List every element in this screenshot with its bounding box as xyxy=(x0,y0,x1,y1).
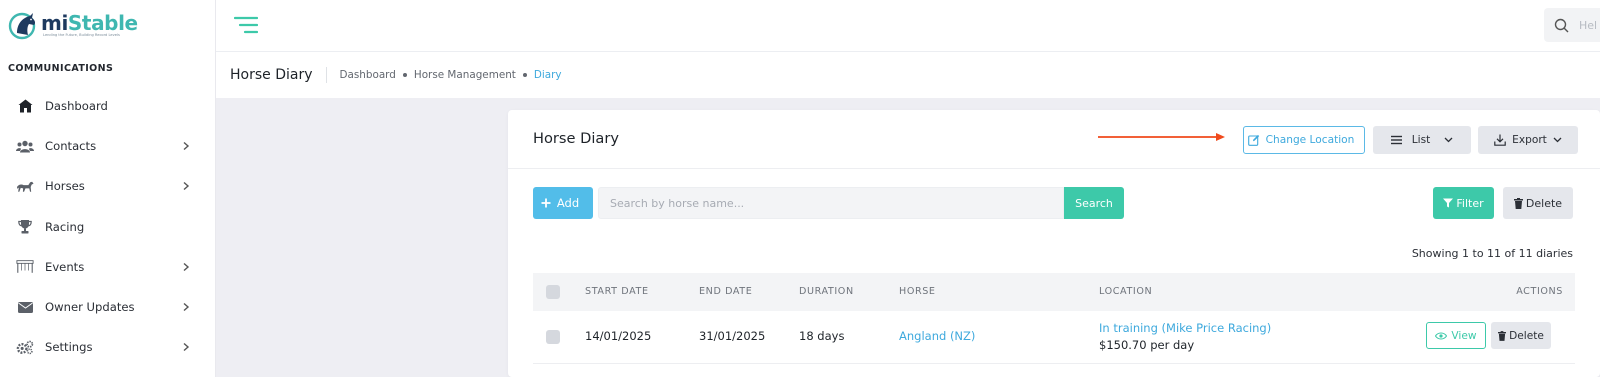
top-header: Hel xyxy=(216,0,1600,52)
view-label: View xyxy=(1451,329,1477,342)
pagination-summary: Showing 1 to 11 of 11 diaries xyxy=(1411,247,1573,260)
sidebar-item-contacts[interactable]: Contacts xyxy=(0,126,215,166)
select-all-checkbox[interactable] xyxy=(546,285,560,299)
breadcrumb-diary: Diary xyxy=(533,69,562,81)
sidebar-item-horses[interactable]: Horses xyxy=(0,166,215,206)
menu-toggle-icon[interactable] xyxy=(234,15,258,35)
edit-icon xyxy=(1247,134,1259,146)
global-search[interactable]: Hel xyxy=(1544,8,1600,42)
page-title: Horse Diary xyxy=(230,67,313,83)
duration-cell: 18 days xyxy=(799,329,845,343)
brand-name: miStable xyxy=(41,10,138,35)
plus-icon xyxy=(541,198,551,208)
sidebar-item-dashboard[interactable]: Dashboard xyxy=(0,86,215,126)
chevron-right-icon xyxy=(183,302,190,311)
column-header-actions: ACTIONS xyxy=(1516,286,1563,297)
view-row-button[interactable]: View xyxy=(1426,322,1486,349)
list-icon xyxy=(1390,135,1402,145)
chevron-right-icon xyxy=(183,182,190,191)
delete-label: Delete xyxy=(1525,196,1563,210)
table-row: 14/01/2025 31/01/2025 18 days Angland (N… xyxy=(533,311,1575,364)
home-icon xyxy=(16,98,34,114)
sidebar-item-label: Horses xyxy=(45,179,85,194)
horse-icon xyxy=(16,178,34,194)
card-title: Horse Diary xyxy=(533,130,619,147)
view-mode-label: List xyxy=(1411,134,1431,146)
sidebar-item-label: Dashboard xyxy=(45,99,108,114)
horse-diary-card: Horse Diary Change Location List Export … xyxy=(508,110,1600,377)
add-diary-button[interactable]: Add xyxy=(533,187,593,219)
horse-link[interactable]: Angland (NZ) xyxy=(899,329,975,343)
add-label: Add xyxy=(556,196,580,210)
funnel-icon xyxy=(1443,198,1454,208)
filter-button[interactable]: Filter xyxy=(1433,187,1494,219)
search-button[interactable]: Search xyxy=(1064,187,1124,219)
trash-icon xyxy=(1498,330,1507,341)
divider xyxy=(325,67,327,83)
download-icon xyxy=(1494,134,1506,146)
trophy-icon xyxy=(16,219,34,235)
breadcrumb-dashboard[interactable]: Dashboard xyxy=(340,69,396,81)
sidebar-nav: Dashboard Contacts Horses Racing Events … xyxy=(0,86,215,367)
brand-logo[interactable]: miStable Lending the Future, Building Re… xyxy=(8,10,138,40)
row-checkbox[interactable] xyxy=(546,330,560,344)
column-header-end-date[interactable]: END DATE xyxy=(699,273,752,311)
chevron-right-icon xyxy=(183,262,190,271)
gears-icon xyxy=(16,339,34,355)
annotation-arrow-icon xyxy=(1098,133,1225,141)
users-icon xyxy=(16,138,34,154)
column-header-horse[interactable]: HORSE xyxy=(899,273,936,311)
horse-head-logo-icon xyxy=(8,12,36,40)
change-location-button[interactable]: Change Location xyxy=(1243,126,1365,154)
brand-tagline: Lending the Future, Building Record Leve… xyxy=(43,32,120,37)
sidebar-item-owner-updates[interactable]: Owner Updates xyxy=(0,287,215,327)
start-date-cell: 14/01/2025 xyxy=(585,329,652,343)
breadcrumb-separator xyxy=(402,73,407,77)
sidebar-item-events[interactable]: Events xyxy=(0,247,215,287)
global-search-placeholder: Hel xyxy=(1579,18,1598,32)
card-header: Horse Diary Change Location List Export xyxy=(508,110,1600,169)
chevron-down-icon xyxy=(1553,137,1562,143)
end-date-cell: 31/01/2025 xyxy=(699,329,766,343)
breadcrumb-horse-management[interactable]: Horse Management xyxy=(414,69,516,81)
breadcrumb-separator xyxy=(522,73,527,77)
trash-icon xyxy=(1513,197,1523,209)
horse-search-input[interactable] xyxy=(598,187,1064,219)
sidebar: miStable Lending the Future, Building Re… xyxy=(0,0,216,377)
sidebar-item-label: Settings xyxy=(45,340,93,355)
sidebar-item-label: Events xyxy=(45,259,85,274)
export-dropdown[interactable]: Export xyxy=(1478,126,1578,154)
column-header-location[interactable]: LOCATION xyxy=(1099,273,1152,311)
starting-gate-icon xyxy=(16,259,34,275)
filter-label: Filter xyxy=(1456,196,1484,210)
diary-toolbar: Add Search Filter Delete xyxy=(508,169,1600,239)
sidebar-item-racing[interactable]: Racing xyxy=(0,207,215,247)
sidebar-item-label: Owner Updates xyxy=(45,300,135,315)
eye-icon xyxy=(1435,331,1448,340)
chevron-right-icon xyxy=(183,142,190,151)
sidebar-item-settings[interactable]: Settings xyxy=(0,327,215,367)
envelope-icon xyxy=(16,299,34,315)
search-icon xyxy=(1554,18,1569,32)
change-location-label: Change Location xyxy=(1265,134,1355,146)
export-label: Export xyxy=(1512,134,1547,146)
sidebar-section-title: COMMUNICATIONS xyxy=(8,63,114,74)
sidebar-item-label: Racing xyxy=(45,219,85,234)
location-link[interactable]: In training (Mike Price Racing) xyxy=(1099,321,1271,335)
delete-row-button[interactable]: Delete xyxy=(1491,322,1551,349)
chevron-right-icon xyxy=(183,343,190,352)
view-mode-dropdown[interactable]: List xyxy=(1373,126,1471,154)
sidebar-item-label: Contacts xyxy=(45,139,97,154)
location-rate: $150.70 per day xyxy=(1099,338,1195,352)
column-header-duration[interactable]: DURATION xyxy=(799,273,854,311)
column-header-start-date[interactable]: START DATE xyxy=(585,273,649,311)
chevron-down-icon xyxy=(1444,137,1453,143)
table-header: START DATE END DATE DURATION HORSE LOCAT… xyxy=(533,273,1575,311)
bulk-delete-button[interactable]: Delete xyxy=(1503,187,1573,219)
row-delete-label: Delete xyxy=(1509,329,1544,342)
page-header: Horse Diary Dashboard Horse Management D… xyxy=(216,52,1600,98)
